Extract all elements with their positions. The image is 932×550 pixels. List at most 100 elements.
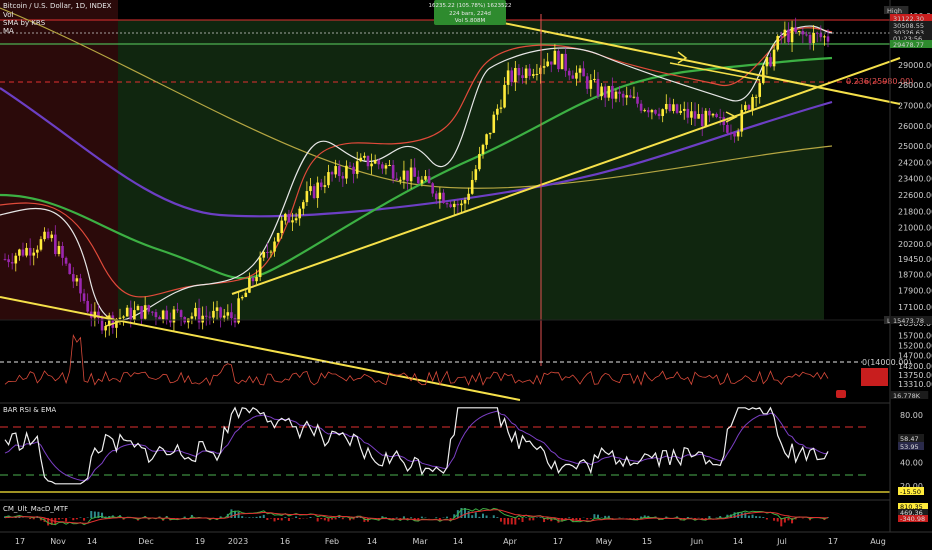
candle-body [122,316,125,318]
candle-body [136,306,140,311]
macd-bar [600,517,603,518]
candle-body [399,179,402,181]
price-tick-label: 20200.00 [898,240,932,249]
macd-label[interactable]: CM_Ult_MacD_MTF [3,505,68,513]
candle-body [514,68,517,83]
chart-canvas[interactable]: 0.236(25980.00) 16235.22 (105.78%) 16235… [0,0,932,550]
macd-bar [532,518,535,521]
macd-bar [259,516,262,518]
rsi-tick-label: 80.00 [900,411,923,420]
price-badge-label: 16.778K [893,392,921,400]
macd-bar [446,516,449,518]
candle-body [21,249,25,256]
candle-body [57,246,61,255]
macd-bar [79,517,82,518]
price-tick-label: 28000.00 [898,81,932,90]
candle-body [377,160,381,165]
candle-body [535,73,539,75]
macd-bar [496,517,499,518]
candle-body [373,160,377,164]
candle-body [442,192,445,204]
candle-body [779,36,783,38]
candle-body [826,36,830,42]
symbol-title[interactable]: Bitcoin / U.S. Dollar, 1D, INDEX [3,2,112,10]
candle-body [258,257,262,278]
candle-body [409,167,413,182]
candle-body [618,91,621,94]
price-tick-label: 19450.00 [898,255,932,264]
candle-body [762,66,765,84]
indicator-sma[interactable]: SMA by KRS [3,19,46,27]
candle-body [226,312,230,316]
price-tick-label: 21800.00 [898,207,932,216]
candle-body [697,113,700,119]
candle-body [611,85,614,99]
macd-bar [83,518,86,521]
time-axis[interactable]: 17 Nov 14 Dec 19 2023 16 Feb 14 Mar 14 Apr 17 May 15 Ju… [15,537,886,546]
price-badge-label: 15473.78 [893,317,924,325]
time-tick-label: Mar [412,537,428,546]
candle-body [370,163,373,167]
candle-body [711,113,715,116]
candle-body [456,203,460,206]
measure-box[interactable]: 16235.22 (105.78%) 1623522 224 bars, 224… [429,0,512,25]
macd-bar [629,518,632,519]
indicator-ma[interactable]: MA [3,27,14,35]
candle-body [388,165,391,167]
candle-body [337,166,341,177]
candle-body [596,78,600,97]
candle-body [14,255,18,264]
time-tick-label: Jun [690,537,704,546]
candle-body [125,307,129,317]
candle-body [402,170,406,180]
candle-body [474,169,478,180]
candle-body [593,78,596,81]
macd-bar [65,518,68,522]
candle-body [406,170,409,182]
candle-body [639,103,643,111]
candle-body [158,317,161,320]
rsi-ema-line [4,410,829,481]
candle-body [460,203,463,206]
macd-bar [29,518,32,520]
candle-body [395,178,399,180]
price-tick-label: 18700.00 [898,270,932,279]
time-tick-label: 15 [642,537,652,546]
candle-body [783,29,787,37]
candle-body [503,84,506,108]
candle-body [603,86,607,98]
macd-bar [751,514,754,518]
macd-bar [295,516,298,518]
candle-body [650,109,654,113]
rsi-label[interactable]: BAR RSI & EMA [3,406,56,414]
macd-bar [266,518,269,520]
macd-bar [514,518,517,525]
macd-bar [420,516,423,518]
candle-body [823,36,826,38]
candle-body [413,167,417,177]
candle-body [165,310,169,321]
macd-bar [237,511,240,518]
macd-bar [539,517,542,518]
macd-bar [636,518,639,519]
macd-bar [507,518,510,525]
price-axis[interactable]: 31400.0030600.0029000.0028000.0027000.00… [898,12,932,389]
candle-body [284,213,287,221]
price-tick-label: 26000.00 [898,122,932,131]
candle-body [147,305,151,312]
rsi-badge-label: 58.47 [900,435,919,443]
time-tick-label: 2023 [228,537,248,546]
candle-body [794,27,797,33]
macd-bar [57,518,60,520]
candle-body [621,93,625,98]
price-tick-label: 27000.00 [898,102,932,111]
candle-body [334,166,337,175]
macd-bar [611,518,614,519]
candle-body [744,105,747,110]
candle-body [700,113,704,127]
candle-body [330,172,334,175]
candle-body [143,305,147,319]
indicator-vol[interactable]: Vol [3,11,14,19]
macd-bar [765,518,768,520]
candle-body [485,134,488,145]
